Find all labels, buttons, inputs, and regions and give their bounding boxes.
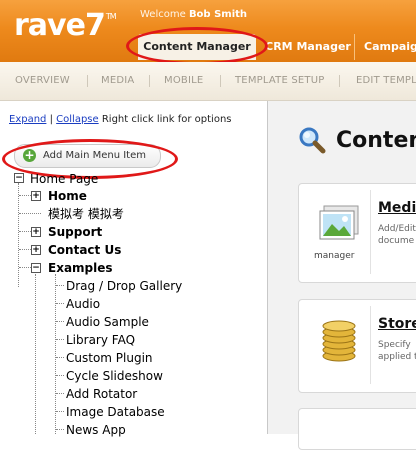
store-card-title[interactable]: Store — [378, 316, 416, 332]
tree-item-mock-exam[interactable]: 模拟考 模拟考 — [48, 205, 124, 223]
media-card-title[interactable]: Media — [378, 200, 416, 216]
link-separator: | — [49, 114, 53, 125]
welcome-user: Bob Smith — [188, 9, 248, 20]
expand-toggle-icon[interactable]: + — [31, 191, 41, 201]
collapse-toggle-icon[interactable]: − — [14, 173, 24, 183]
tree-line — [19, 213, 41, 214]
tree-line — [56, 357, 64, 358]
tree-item-contact-us[interactable]: Contact Us — [48, 241, 121, 259]
media-card-caption: manager — [314, 251, 355, 261]
tree-item-add-rotator[interactable]: Add Rotator — [66, 385, 137, 403]
tree-controls: Expand | Collapse Right click link for o… — [9, 114, 232, 125]
subnav-separator — [87, 75, 88, 87]
magnifier-icon — [299, 127, 326, 154]
subnav-overview[interactable]: OVERVIEW — [15, 62, 70, 100]
collapse-link[interactable]: Collapse — [56, 114, 99, 125]
coins-icon — [322, 320, 356, 362]
tree-item-audio[interactable]: Audio — [66, 295, 100, 313]
rave7-logo[interactable]: rave7TM — [14, 8, 117, 43]
tree-line — [56, 339, 64, 340]
welcome-text: Welcome Bob Smith — [140, 9, 248, 20]
next-card[interactable] — [298, 408, 416, 450]
subnav-separator — [149, 75, 150, 87]
media-card-desc-line1: Add/Edit — [378, 224, 416, 234]
media-image-icon — [319, 205, 359, 240]
store-card-desc-line2: applied t — [378, 352, 416, 362]
tree-item-custom-plugin[interactable]: Custom Plugin — [66, 349, 153, 367]
subnav-media[interactable]: MEDIA — [101, 62, 134, 100]
tree-line — [56, 375, 64, 376]
tree-line — [56, 321, 64, 322]
tree-line — [35, 274, 36, 434]
expand-link[interactable]: Expand — [9, 114, 46, 125]
tree-item-image-database[interactable]: Image Database — [66, 403, 165, 421]
tree-item-drag-drop-gallery[interactable]: Drag / Drop Gallery — [66, 277, 182, 295]
tab-crm-manager[interactable]: CRM Manager — [262, 34, 355, 60]
tree-line — [56, 303, 64, 304]
subnav-separator — [339, 75, 340, 87]
collapse-toggle-icon[interactable]: − — [31, 263, 41, 273]
sub-navigation: OVERVIEW MEDIA MOBILE TEMPLATE SETUP EDI… — [0, 62, 416, 101]
tree-line — [19, 249, 31, 250]
tree-item-examples[interactable]: Examples — [48, 259, 113, 277]
tree-line — [19, 195, 31, 196]
expand-toggle-icon[interactable]: + — [31, 245, 41, 255]
tree-line — [56, 393, 64, 394]
tree-line — [18, 183, 19, 287]
subnav-edit-template[interactable]: EDIT TEMPLA — [356, 62, 416, 100]
tree-item-library-faq[interactable]: Library FAQ — [66, 331, 135, 349]
tree-item-cycle-slideshow[interactable]: Cycle Slideshow — [66, 367, 163, 385]
tree-item-audio-sample[interactable]: Audio Sample — [66, 313, 149, 331]
card-separator — [370, 190, 371, 274]
subnav-template-setup[interactable]: TEMPLATE SETUP — [235, 62, 324, 100]
tree-line — [19, 231, 31, 232]
store-card-desc-line1: Specify — [378, 340, 411, 350]
tree-line — [19, 267, 31, 268]
expand-toggle-icon[interactable]: + — [31, 227, 41, 237]
tree-line — [55, 274, 56, 434]
page-title: Content — [336, 128, 416, 153]
subnav-mobile[interactable]: MOBILE — [164, 62, 203, 100]
tree-line — [56, 429, 64, 430]
tree-item-support[interactable]: Support — [48, 223, 102, 241]
card-separator — [370, 306, 371, 384]
highlight-circle-tab — [126, 27, 268, 65]
tree-item-home[interactable]: Home — [48, 187, 87, 205]
tree-line — [56, 411, 64, 412]
tab-campaign[interactable]: Campaign — [360, 34, 416, 60]
tree-root-home-page[interactable]: Home Page — [30, 170, 98, 188]
tree-item-news-app[interactable]: News App — [66, 421, 126, 439]
media-card-desc-line2: docume — [378, 236, 415, 246]
subnav-separator — [220, 75, 221, 87]
tree-line — [56, 285, 64, 286]
tree-hint: Right click link for options — [101, 114, 232, 125]
